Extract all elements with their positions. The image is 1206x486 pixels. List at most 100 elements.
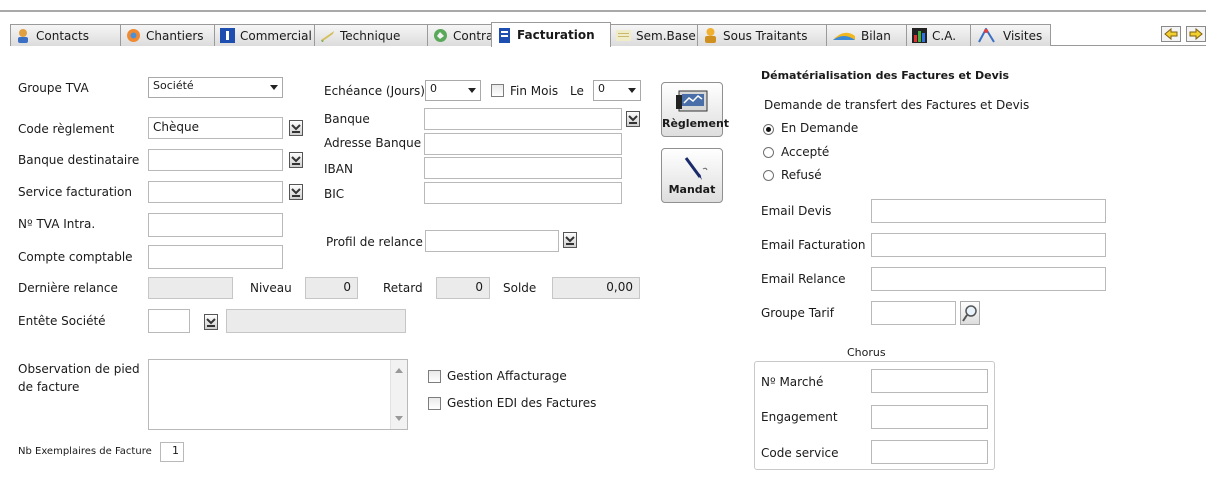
groupe-tarif-label: Groupe Tarif (761, 306, 834, 320)
tab-sem-base[interactable]: Sem.Base (610, 24, 698, 46)
chorus-marche-input[interactable] (871, 369, 988, 393)
sembase-icon (616, 28, 631, 43)
profil-relance-picker-button[interactable] (563, 232, 577, 248)
fin-mois-checkbox[interactable] (491, 84, 504, 97)
code-reglement-picker-button[interactable] (289, 120, 303, 136)
email-devis-input[interactable] (871, 199, 1106, 223)
tab-label: Commercial (240, 28, 312, 43)
picker-icon (628, 115, 638, 124)
le-select[interactable]: 0 (593, 80, 641, 101)
scroll-down-icon[interactable] (395, 416, 403, 421)
groupe-tva-value: Société (153, 79, 194, 92)
le-label: Le (570, 84, 584, 98)
sous-traitants-icon (703, 28, 718, 43)
tab-label: Bilan (861, 28, 891, 43)
search-icon (962, 305, 977, 322)
tab-bilan[interactable]: Bilan (826, 24, 907, 46)
entete-societe-label: Entête Société (18, 314, 106, 328)
compte-comptable-label: Compte comptable (18, 250, 133, 264)
radio-accepte-label: Accepté (781, 145, 830, 159)
tab-chantiers[interactable]: Chantiers (120, 24, 215, 46)
gestion-edi-checkbox[interactable] (428, 397, 441, 410)
groupe-tarif-input[interactable] (871, 301, 956, 325)
adresse-banque-input[interactable] (424, 133, 622, 155)
visites-icon (976, 28, 998, 43)
dematerialisation-title: Dématérialisation des Factures et Devis (761, 69, 1010, 82)
gestion-affacturage-checkbox[interactable] (428, 370, 441, 383)
banque-destinataire-label: Banque destinataire (18, 153, 140, 167)
picker-icon (291, 188, 301, 197)
tab-sous-traitants[interactable]: Sous Traitants (697, 24, 827, 46)
service-facturation-label: Service facturation (18, 185, 132, 199)
tab-visites[interactable]: Visites (970, 24, 1051, 46)
groupe-tva-select[interactable]: Société (148, 77, 283, 98)
picker-icon (291, 124, 301, 133)
arrow-left-icon (1164, 27, 1178, 41)
tva-intra-input[interactable] (148, 213, 283, 237)
email-facturation-label: Email Facturation (761, 238, 866, 252)
iban-input[interactable] (424, 157, 622, 179)
chorus-title: Chorus (847, 346, 886, 359)
niveau-field: 0 (305, 277, 358, 299)
picker-icon (291, 156, 301, 165)
chantiers-icon (126, 28, 141, 43)
banque-picker-button[interactable] (626, 111, 640, 127)
tab-technique[interactable]: Technique (314, 24, 428, 46)
reglement-button[interactable]: Règlement (661, 82, 729, 137)
chorus-code-service-input[interactable] (871, 440, 988, 464)
banque-input[interactable] (424, 108, 622, 130)
arrow-right-icon (1189, 27, 1203, 41)
email-facturation-input[interactable] (871, 233, 1106, 257)
groupe-tarif-search-button[interactable] (960, 301, 980, 325)
code-reglement-label: Code règlement (18, 122, 115, 136)
email-relance-input[interactable] (871, 267, 1106, 291)
radio-en-demande[interactable] (763, 124, 774, 135)
observation-textarea[interactable] (148, 359, 408, 430)
entete-societe-code-input[interactable] (148, 309, 190, 333)
tab-label: Facturation (517, 28, 595, 42)
contrats-icon (433, 28, 448, 43)
chorus-engagement-input[interactable] (871, 405, 988, 429)
banque-label: Banque (324, 112, 370, 126)
facturation-icon (497, 27, 512, 43)
radio-refuse[interactable] (763, 170, 774, 181)
tab-bar: Contacts Chantiers Commercial Technique … (10, 22, 1206, 47)
top-divider (0, 10, 1206, 12)
service-facturation-input[interactable] (148, 181, 283, 203)
demande-transfert-title: Demande de transfert des Factures et Dev… (764, 98, 1030, 112)
derniere-relance-field (148, 277, 233, 299)
tab-label: Visites (1003, 28, 1043, 43)
observation-scrollbar[interactable] (390, 360, 407, 429)
tab-ca[interactable]: C.A. (906, 24, 971, 46)
chevron-down-icon (270, 85, 278, 90)
nb-exemplaires-label: Nb Exemplaires de Facture (18, 446, 152, 457)
solde-field: 0,00 (552, 277, 640, 299)
echeance-label: Echéance (Jours) (324, 84, 425, 98)
scroll-up-icon[interactable] (395, 368, 403, 373)
groupe-tva-label: Groupe TVA (18, 81, 89, 95)
le-value: 0 (598, 82, 605, 95)
tab-commercial[interactable]: Commercial (214, 24, 315, 46)
next-tab-button[interactable] (1186, 26, 1206, 42)
tab-label: Sous Traitants (723, 28, 808, 43)
tab-contacts[interactable]: Contacts (10, 24, 121, 46)
retard-label: Retard (383, 281, 423, 295)
echeance-select[interactable]: 0 (425, 80, 481, 101)
profil-relance-input[interactable] (425, 230, 559, 252)
radio-accepte[interactable] (763, 147, 774, 158)
picker-icon (565, 236, 575, 245)
code-reglement-input[interactable]: Chèque (148, 117, 283, 139)
bic-input[interactable] (424, 182, 622, 204)
contacts-icon (16, 28, 31, 43)
entete-societe-picker-button[interactable] (204, 314, 218, 330)
compte-comptable-input[interactable] (148, 245, 283, 269)
service-facturation-picker-button[interactable] (289, 184, 303, 200)
iban-label: IBAN (324, 162, 353, 176)
banque-destinataire-picker-button[interactable] (289, 152, 303, 168)
email-relance-label: Email Relance (761, 272, 846, 286)
previous-tab-button[interactable] (1161, 26, 1181, 42)
nb-exemplaires-input[interactable]: 1 (160, 442, 184, 462)
tab-facturation[interactable]: Facturation (491, 22, 611, 47)
mandat-button[interactable]: Mandat (661, 148, 723, 203)
banque-destinataire-input[interactable] (148, 149, 283, 171)
